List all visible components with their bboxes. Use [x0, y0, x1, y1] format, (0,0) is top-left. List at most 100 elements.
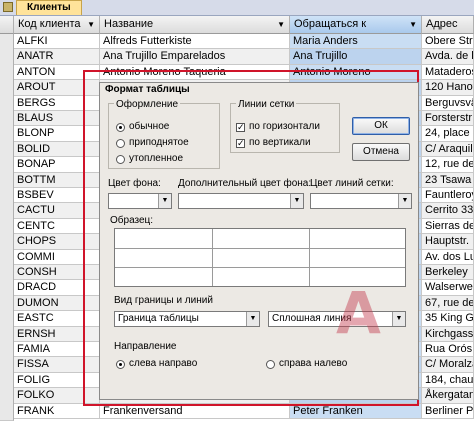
chevron-down-icon[interactable]: ▼ — [392, 312, 405, 326]
appearance-sunken-radio[interactable] — [116, 155, 125, 164]
table-cell[interactable]: C/ Araquil — [422, 141, 474, 158]
table-cell[interactable]: Berliner P — [422, 403, 474, 419]
table-cell[interactable]: ERNSH — [14, 326, 100, 342]
sort-arrow-icon[interactable]: ▼ — [87, 16, 95, 33]
table-cell[interactable]: Maria Anders — [290, 34, 422, 50]
gridline-color-label: Цвет линий сетки: — [310, 178, 394, 189]
table-cell[interactable]: CHOPS — [14, 234, 100, 250]
table-cell[interactable]: ANATR — [14, 49, 100, 65]
table-cell[interactable]: AROUT — [14, 80, 100, 96]
table-cell[interactable]: DUMON — [14, 295, 100, 312]
gridline-horizontal-checkbox[interactable]: ✓ — [236, 123, 245, 132]
table-cell[interactable]: CENTC — [14, 218, 100, 235]
table-cell[interactable]: 24, place — [422, 126, 474, 142]
tab-clients[interactable]: Клиенты — [16, 0, 82, 15]
appearance-raised-radio[interactable] — [116, 139, 125, 148]
table-cell[interactable]: BSBEV — [14, 188, 100, 204]
table-cell[interactable]: Kirchgass — [422, 326, 474, 342]
chevron-down-icon[interactable]: ▼ — [246, 312, 259, 326]
row-selector[interactable] — [0, 403, 14, 421]
cancel-button[interactable]: Отмена — [352, 143, 410, 161]
table-cell[interactable]: Antonio Moreno Taqueria — [100, 64, 290, 81]
direction-rtl-label[interactable]: справа налево — [279, 358, 347, 369]
column-header-customer-id[interactable]: Код клиента ▼ — [14, 16, 100, 34]
table-cell[interactable]: Cerrito 33 — [422, 203, 474, 219]
table-cell[interactable]: 184, chau — [422, 372, 474, 389]
direction-rtl-radio[interactable] — [266, 360, 275, 369]
column-header-name[interactable]: Название ▼ — [100, 16, 290, 34]
table-cell[interactable]: BONAP — [14, 157, 100, 173]
table-format-dialog: Формат таблицы Оформление обычное припод… — [99, 82, 419, 400]
table-cell[interactable]: 23 Tsawa — [422, 172, 474, 188]
table-cell[interactable]: FRANK — [14, 403, 100, 419]
table-cell[interactable]: Forsterstr — [422, 111, 474, 127]
chevron-down-icon[interactable]: ▼ — [290, 194, 303, 208]
select-all-corner[interactable] — [0, 16, 14, 34]
table-cell[interactable]: C/ Moralza — [422, 357, 474, 373]
table-cell[interactable]: BOTTM — [14, 172, 100, 188]
gridline-vertical-checkbox[interactable]: ✓ — [236, 139, 245, 148]
table-icon — [3, 2, 13, 12]
sort-arrow-icon[interactable]: ▼ — [277, 16, 285, 33]
table-cell[interactable]: Walserwe — [422, 280, 474, 296]
chevron-down-icon[interactable]: ▼ — [158, 194, 171, 208]
table-cell[interactable]: Peter Franken — [290, 403, 422, 419]
appearance-raised-label[interactable]: приподнятое — [129, 137, 189, 148]
table-cell[interactable]: FISSA — [14, 357, 100, 373]
table-cell[interactable]: Hauptstr. — [422, 234, 474, 250]
appearance-flat-label[interactable]: обычное — [129, 121, 169, 132]
ok-button[interactable]: ОК — [352, 117, 410, 135]
table-cell[interactable]: EASTC — [14, 311, 100, 327]
column-header-label: Название — [104, 18, 154, 30]
table-cell[interactable]: Rua Orós — [422, 342, 474, 358]
table-cell[interactable]: ANTON — [14, 64, 100, 81]
table-cell[interactable]: FOLIG — [14, 372, 100, 389]
table-cell[interactable]: CONSH — [14, 265, 100, 281]
table-row[interactable]: FRANK Frankenversand Peter Franken Berliner… — [0, 403, 474, 421]
gridline-vertical-label[interactable]: по вертикали — [249, 137, 311, 148]
table-cell[interactable]: Avda. de l — [422, 49, 474, 65]
table-cell[interactable]: Frankenversand — [100, 403, 290, 419]
direction-ltr-radio[interactable] — [116, 360, 125, 369]
table-cell[interactable]: Sierras de — [422, 218, 474, 235]
table-cell[interactable]: Mataderos — [422, 64, 474, 81]
table-cell[interactable]: Obere Str. — [422, 34, 474, 50]
table-cell[interactable]: BLAUS — [14, 111, 100, 127]
chevron-down-icon[interactable]: ▼ — [398, 194, 411, 208]
sample-label: Образец: — [110, 215, 154, 226]
table-cell[interactable]: 12, rue de — [422, 157, 474, 173]
table-cell[interactable]: Ana Trujillo — [290, 49, 422, 65]
direction-ltr-label[interactable]: слева направо — [129, 358, 197, 369]
table-cell[interactable]: FOLKO — [14, 388, 100, 404]
sort-arrow-icon[interactable]: ▼ — [409, 16, 417, 33]
table-cell[interactable]: Berguvsvä — [422, 95, 474, 111]
table-cell[interactable]: CACTU — [14, 203, 100, 219]
gridline-horizontal-label[interactable]: по горизонтали — [249, 121, 320, 132]
table-cell[interactable]: Av. dos Lu — [422, 249, 474, 265]
table-cell[interactable]: DRACD — [14, 280, 100, 296]
table-cell[interactable]: BERGS — [14, 95, 100, 111]
gridline-color-picker[interactable]: ▼ — [310, 193, 412, 209]
table-cell[interactable]: Åkergatan — [422, 388, 474, 404]
table-cell[interactable]: FAMIA — [14, 342, 100, 358]
appearance-flat-radio[interactable] — [116, 123, 125, 132]
column-header-contact[interactable]: Обращаться к ▼ — [290, 16, 422, 34]
table-cell[interactable]: Antonio Moreno — [290, 64, 422, 81]
table-cell[interactable]: 67, rue de — [422, 295, 474, 312]
table-cell[interactable]: BLONP — [14, 126, 100, 142]
column-header-address[interactable]: Адрес — [422, 16, 474, 34]
table-cell[interactable]: Berkeley — [422, 265, 474, 281]
alt-background-color-picker[interactable]: ▼ — [178, 193, 304, 209]
dialog-title: Формат таблицы — [100, 83, 418, 97]
border-style-select[interactable]: Граница таблицы ▼ — [114, 311, 260, 327]
table-cell[interactable]: ALFKI — [14, 34, 100, 50]
table-cell[interactable]: BOLID — [14, 141, 100, 158]
table-cell[interactable]: 120 Hanov — [422, 80, 474, 96]
table-cell[interactable]: Fauntleroy — [422, 188, 474, 204]
table-cell[interactable]: Alfreds Futterkiste — [100, 34, 290, 50]
table-cell[interactable]: 35 King G — [422, 311, 474, 327]
background-color-picker[interactable]: ▼ — [108, 193, 172, 209]
appearance-sunken-label[interactable]: утопленное — [129, 153, 183, 164]
table-cell[interactable]: COMMI — [14, 249, 100, 265]
table-cell[interactable]: Ana Trujillo Emparelados — [100, 49, 290, 65]
